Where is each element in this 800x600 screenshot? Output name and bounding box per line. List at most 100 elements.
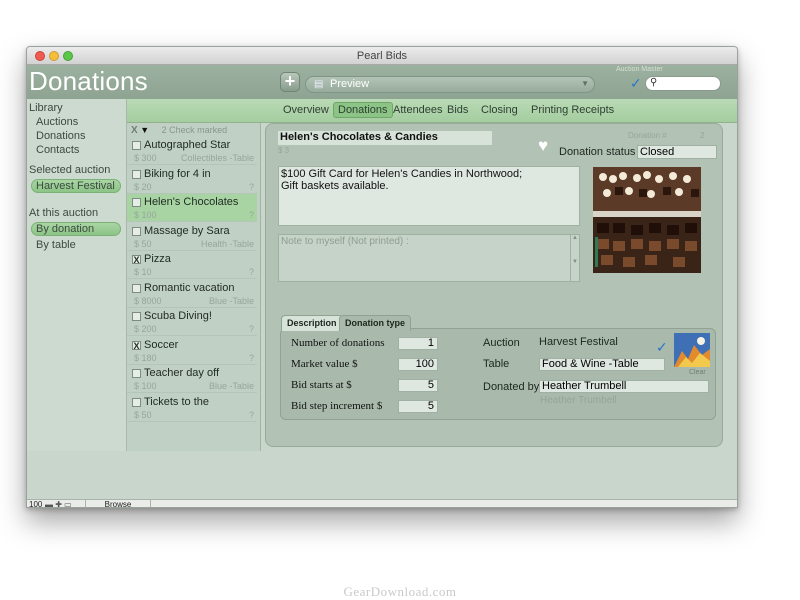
row-checkbox[interactable] (132, 369, 141, 378)
row-title: Soccer (144, 338, 179, 351)
row-value: $ 300 (134, 153, 157, 163)
view-by-donation[interactable]: By donation (31, 222, 121, 236)
chevron-down-icon: ▼ (581, 79, 589, 88)
list-item[interactable]: X Soccer $ 180? (127, 337, 257, 365)
sidebar-item-donations[interactable]: Donations (36, 130, 86, 142)
num-donations-label: Number of donations (291, 337, 385, 349)
zoom-window-button[interactable] (63, 51, 73, 61)
row-checkbox[interactable] (132, 312, 141, 321)
sidebar-item-auctions[interactable]: Auctions (36, 116, 78, 128)
table-field[interactable]: Food & Wine -Table (539, 358, 665, 371)
list-item[interactable]: X Pizza $ 10? (127, 251, 257, 279)
list-item[interactable]: Helen's Chocolates $ 100? (127, 194, 257, 222)
auction-master-label: Auction Master (616, 66, 663, 73)
tab-overview[interactable]: Overview (283, 104, 329, 116)
search-input[interactable]: ⚲ (645, 76, 721, 91)
list-item[interactable]: Tickets to the $ 50? (127, 394, 257, 422)
note-placeholder: Note to myself (Not printed) : (281, 236, 409, 247)
row-value: $ 10 (134, 267, 152, 277)
description-line-2: Gift baskets available. (281, 180, 389, 192)
donation-status-label: Donation status (559, 146, 636, 158)
row-value: $ 200 (134, 324, 157, 334)
zoom-level[interactable]: 100 (29, 500, 42, 507)
row-checkbox[interactable] (132, 169, 141, 179)
tab-donations[interactable]: Donations (333, 102, 393, 118)
num-donations-field[interactable]: 1 (398, 337, 438, 350)
donation-detail-panel: Helen's Chocolates & Candies $ 3 Donatio… (265, 123, 723, 447)
row-checkbox[interactable] (132, 283, 141, 293)
bid-starts-label: Bid starts at $ (291, 379, 352, 391)
zoom-controls-icon[interactable]: ▬ ✚ ▭ (45, 500, 72, 507)
donation-status-field[interactable]: Closed (637, 145, 717, 159)
donation-name-field[interactable]: Helen's Chocolates & Candies (278, 131, 492, 145)
thumbnail-image (674, 333, 710, 367)
note-scrollbar[interactable]: ▲ ▼ (570, 235, 579, 281)
description-tab-panel: Description Donation type Number of dona… (280, 315, 716, 420)
auction-value: Harvest Festival (539, 336, 618, 348)
heart-icon[interactable]: ♥ (538, 136, 548, 156)
row-checkbox[interactable]: X (132, 255, 141, 265)
bid-step-label: Bid step increment $ (291, 400, 383, 412)
row-title: Pizza (144, 253, 171, 265)
add-donation-button[interactable]: + (280, 72, 300, 92)
row-value: $ 100 (134, 381, 157, 391)
list-item[interactable]: Teacher day off $ 100 Blue -Table (127, 365, 257, 393)
list-item[interactable]: Massage by Sara $ 50 Health -Table (127, 223, 257, 251)
donation-number-value: 2 (700, 131, 705, 140)
market-value-field[interactable]: 100 (398, 358, 438, 371)
list-item[interactable]: Autographed Star $ 300 Collectibles -Table (127, 137, 257, 165)
donation-number-label: Donation # (628, 131, 667, 140)
minimize-window-button[interactable] (49, 51, 59, 61)
bid-step-field[interactable]: 5 (398, 400, 438, 413)
row-title: Teacher day off (144, 367, 220, 379)
list-item[interactable]: Romantic vacation $ 8000 Blue -Table (127, 280, 257, 308)
list-item[interactable]: Scuba Diving! $ 200? (127, 308, 257, 336)
tab-description[interactable]: Description (281, 315, 343, 331)
checkmark-icon[interactable]: ✓ (656, 339, 668, 356)
tab-printing-receipts[interactable]: Printing Receipts (531, 104, 614, 116)
row-title: Scuba Diving! (144, 310, 212, 322)
preview-dropdown[interactable]: ▤ Preview ▼ (305, 76, 595, 93)
sort-arrow-icon[interactable]: ▼ (140, 125, 149, 135)
header-bar: Donations + ▤ Preview ▼ Auction Master ✓… (27, 65, 737, 99)
tab-donation-type[interactable]: Donation type (339, 315, 411, 331)
row-checkbox[interactable]: X (132, 340, 141, 350)
row-checkbox[interactable] (132, 141, 141, 150)
donated-by-field[interactable]: Heather Trumbell (539, 380, 709, 393)
row-value: $ 180 (134, 352, 157, 363)
status-bar: 100 ▬ ✚ ▭ Browse (27, 499, 737, 507)
tab-closing[interactable]: Closing (481, 104, 518, 116)
table-label: Table (483, 358, 510, 370)
private-note-field[interactable]: Note to myself (Not printed) : ▲ ▼ (278, 234, 580, 282)
row-checkbox[interactable] (132, 397, 141, 407)
row-title: Massage by Sara (144, 224, 230, 237)
row-checkbox[interactable] (132, 198, 141, 207)
sidebar-item-contacts[interactable]: Contacts (36, 144, 79, 156)
donation-photo[interactable] (593, 167, 701, 273)
row-category: Blue -Table (208, 381, 254, 391)
list-header-check[interactable]: X (131, 125, 138, 136)
close-window-button[interactable] (35, 51, 45, 61)
view-by-table[interactable]: By table (36, 239, 76, 251)
watermark: GearDownload.com (343, 584, 457, 599)
row-title: Autographed Star (144, 139, 231, 151)
main-tab-bar: Overview Donations Attendees Bids Closin… (127, 99, 737, 123)
clear-image-button[interactable]: Clear (689, 369, 706, 376)
row-title: Biking for 4 in (144, 167, 211, 180)
row-category: Blue -Table (208, 295, 254, 306)
checkmark-icon[interactable]: ✓ (630, 75, 642, 92)
row-checkbox[interactable] (132, 226, 141, 236)
bid-starts-field[interactable]: 5 (398, 379, 438, 392)
window-title: Pearl Bids (356, 50, 408, 62)
row-value: $ 50 (134, 409, 152, 420)
row-value: $ 20 (134, 181, 152, 192)
tab-bids[interactable]: Bids (447, 104, 468, 116)
tab-attendees[interactable]: Attendees (393, 104, 443, 116)
donation-thumbnail[interactable] (674, 333, 710, 367)
description-field[interactable]: $100 Gift Card for Helen's Candies in No… (278, 166, 580, 226)
selected-auction-button[interactable]: Harvest Festival (31, 179, 121, 193)
row-title: Romantic vacation (144, 281, 235, 294)
row-category: ? (248, 181, 254, 192)
mode-indicator[interactable]: Browse (85, 500, 151, 507)
list-item[interactable]: Biking for 4 in $ 20? (127, 166, 257, 194)
